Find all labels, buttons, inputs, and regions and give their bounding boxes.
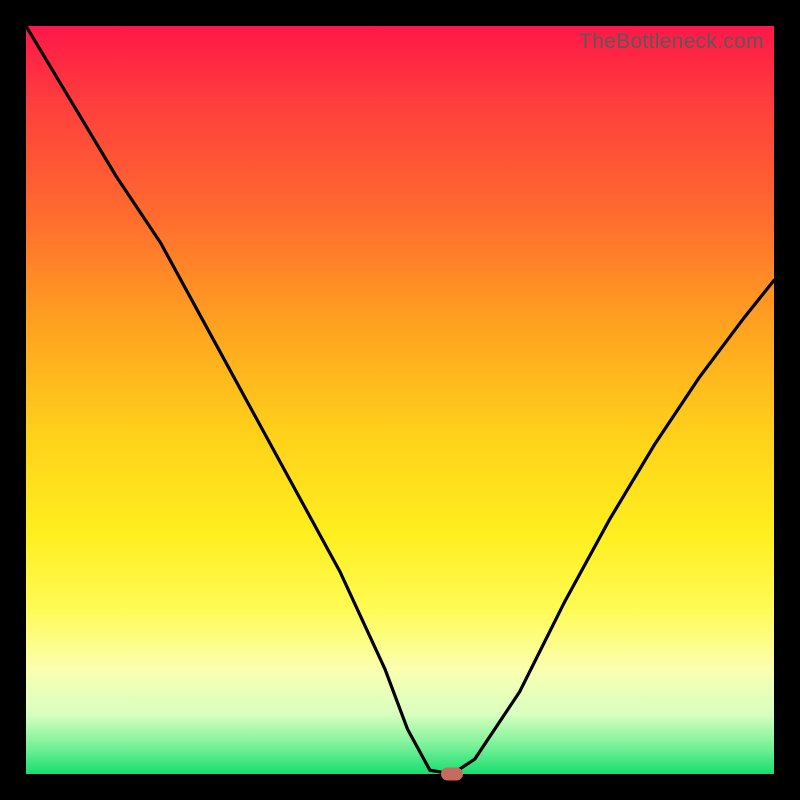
optimal-point-marker xyxy=(441,768,463,781)
chart-frame: TheBottleneck.com xyxy=(0,0,800,800)
chart-plot-area: TheBottleneck.com xyxy=(26,26,774,774)
bottleneck-curve xyxy=(26,26,774,774)
